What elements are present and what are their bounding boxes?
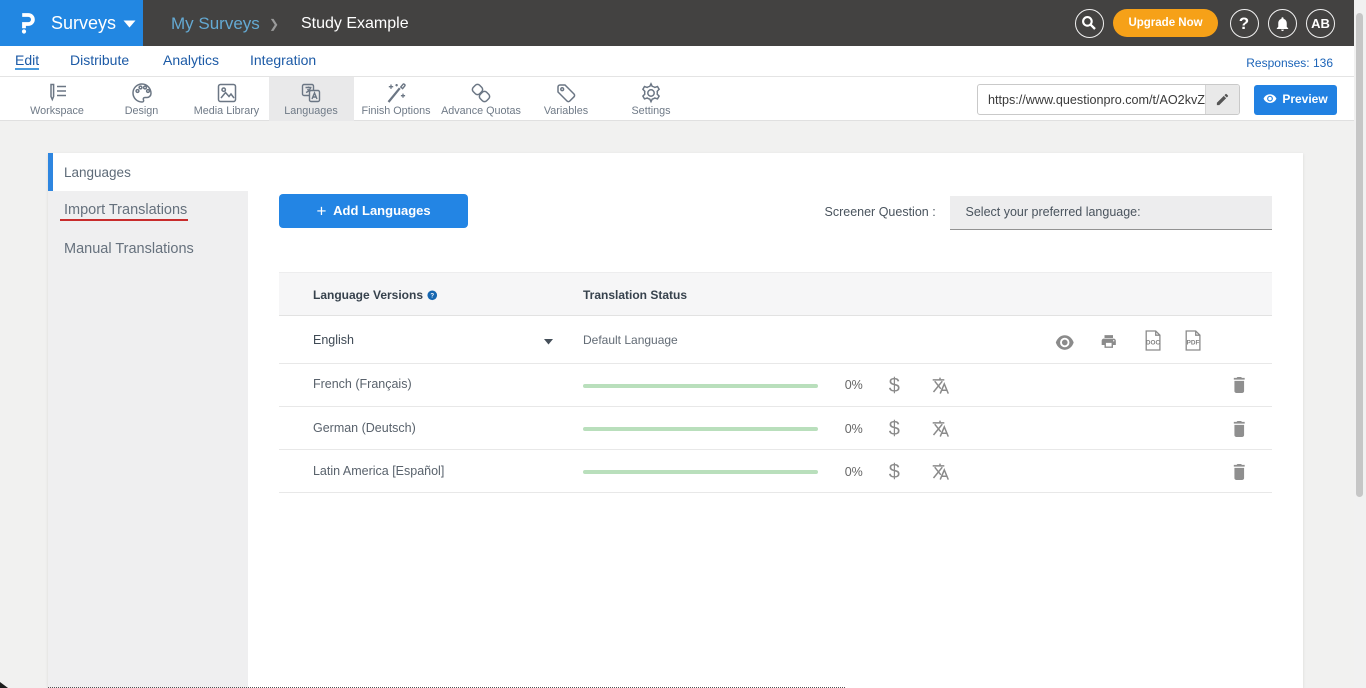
svg-text:PDF: PDF bbox=[1186, 340, 1199, 347]
svg-text:DOC: DOC bbox=[1146, 340, 1161, 347]
svg-text:?: ? bbox=[431, 292, 435, 299]
